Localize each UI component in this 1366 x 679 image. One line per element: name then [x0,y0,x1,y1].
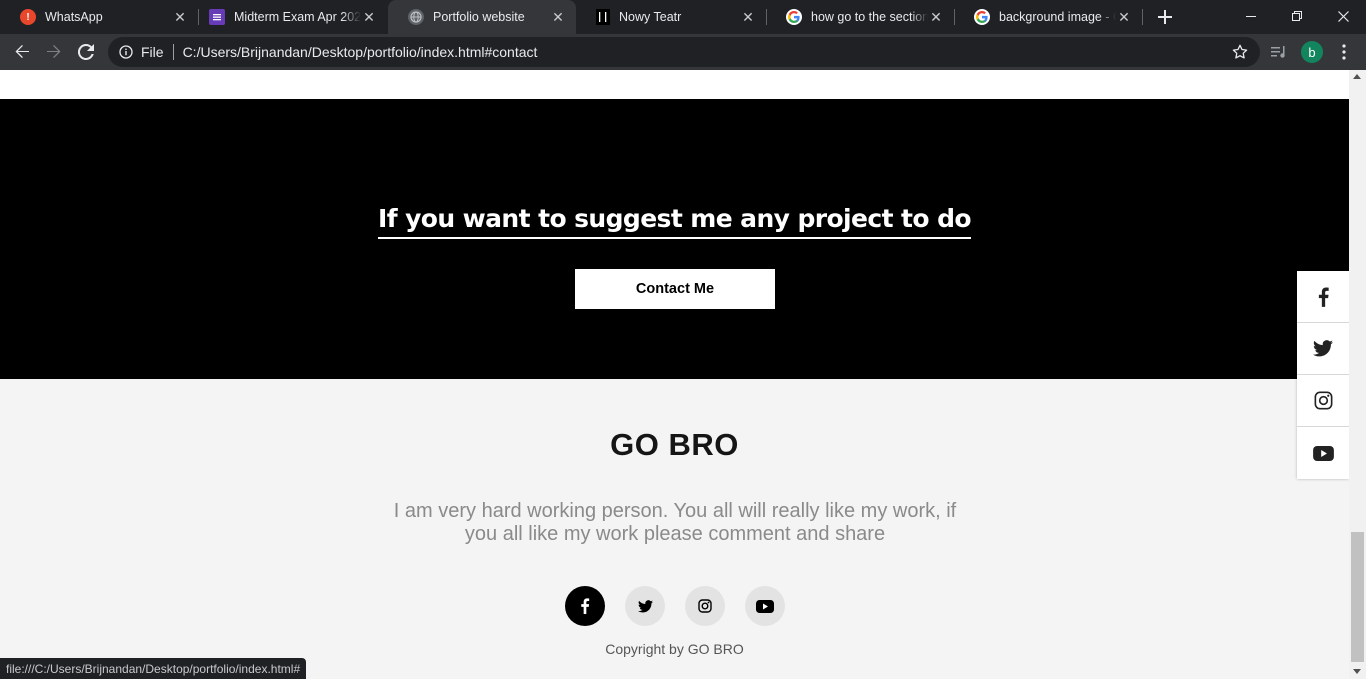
instagram-icon [1314,391,1332,410]
footer-about-text: I am very hard working person. You all w… [393,500,957,545]
scheme-label[interactable]: File [141,44,164,60]
arrow-left-icon [15,45,29,58]
tab-title: Portfolio website [433,10,525,24]
restore-button[interactable] [1274,0,1320,32]
contact-heading: If you want to suggest me any project to… [378,202,972,239]
tab-whatsapp[interactable]: ! WhatsApp ✕ [0,0,198,34]
status-bubble: file:///C:/Users/Brijnandan/Desktop/port… [0,658,307,679]
google-icon [974,9,990,25]
globe-icon [408,9,424,25]
side-youtube-link[interactable] [1297,427,1349,479]
star-icon[interactable] [1232,44,1248,60]
url-text[interactable]: C:/Users/Brijnandan/Desktop/portfolio/in… [183,44,538,60]
browser-toolbar: File C:/Users/Brijnandan/Desktop/portfol… [0,34,1366,70]
tab-close-icon[interactable]: ✕ [1116,9,1132,25]
scrollbar-thumb[interactable] [1351,532,1364,662]
page-viewport: If you want to suggest me any project to… [0,70,1366,679]
youtube-icon [1312,445,1334,461]
omnibox-divider [172,44,174,60]
instagram-icon [698,599,712,613]
footer-youtube-link[interactable] [745,586,785,626]
tab-background-image[interactable]: background image - Go ✕ [954,0,1142,34]
scroll-up-arrow[interactable] [1353,74,1361,79]
address-bar[interactable]: File C:/Users/Brijnandan/Desktop/portfol… [108,37,1260,67]
info-icon[interactable] [119,45,133,59]
footer-brand: GO BRO [610,427,739,462]
tab-title: WhatsApp [45,10,103,24]
tab-close-icon[interactable]: ✕ [928,9,944,25]
facebook-icon [1318,287,1329,307]
tab-title: background image - Go [999,10,1116,24]
tab-title: Nowy Teatr [619,10,682,24]
scroll-down-arrow[interactable] [1353,669,1361,674]
tab-portfolio[interactable]: Portfolio website ✕ [388,0,576,34]
footer-twitter-link[interactable] [625,586,665,626]
arrow-right-icon [47,45,61,58]
minimize-icon [1246,16,1256,17]
profile-button[interactable]: b [1298,38,1326,66]
side-twitter-link[interactable] [1297,323,1349,375]
close-window-button[interactable] [1320,0,1366,32]
forward-button[interactable] [40,38,68,66]
footer-instagram-link[interactable] [685,586,725,626]
footer: GO BRO I am very hard working person. Yo… [0,379,1349,679]
menu-button[interactable] [1330,38,1358,66]
media-control-button[interactable] [1265,38,1293,66]
tab-strip: ! WhatsApp ✕ Midterm Exam Apr 2020 ✕ Por… [0,0,1366,34]
plus-icon [1158,10,1172,24]
reload-button[interactable] [72,38,100,66]
tab-close-icon[interactable]: ✕ [172,9,188,25]
tab-title: how go to the section in [811,10,928,24]
side-facebook-link[interactable] [1297,271,1349,323]
contact-me-button[interactable]: Contact Me [575,269,775,309]
avatar: b [1301,41,1323,63]
teatr-icon [596,9,610,25]
tab-close-icon[interactable]: ✕ [361,9,377,25]
more-vert-icon [1342,44,1346,60]
tab-close-icon[interactable]: ✕ [740,9,756,25]
twitter-icon [637,599,653,612]
tab-midterm[interactable]: Midterm Exam Apr 2020 ✕ [189,0,387,34]
reload-icon [78,44,94,60]
tab-close-icon[interactable]: ✕ [550,9,566,25]
minimize-button[interactable] [1228,0,1274,32]
tab-how-go-section[interactable]: how go to the section in ✕ [766,0,954,34]
footer-social-links [565,586,785,626]
google-icon [786,9,802,25]
tab-nowy-teatr[interactable]: Nowy Teatr ✕ [576,0,766,34]
contact-section: If you want to suggest me any project to… [0,99,1349,379]
twitter-icon [1313,340,1333,357]
whatsapp-icon: ! [20,9,36,25]
vertical-scrollbar[interactable] [1349,70,1366,679]
section-previous [0,70,1349,99]
copyright-text: Copyright by GO BRO [605,641,744,657]
playlist-icon [1271,46,1285,58]
tab-title: Midterm Exam Apr 2020 [234,10,361,24]
restore-icon [1292,11,1302,21]
forms-icon [209,9,225,25]
footer-facebook-link[interactable] [565,586,605,626]
floating-social-bar [1297,271,1349,479]
close-icon [1337,10,1349,22]
facebook-icon [581,598,590,614]
contact-heading-wrap: If you want to suggest me any project to… [0,202,1349,239]
tab-separator [1142,9,1143,25]
youtube-icon [756,599,774,613]
new-tab-button[interactable] [1153,5,1177,29]
back-button[interactable] [8,38,36,66]
side-instagram-link[interactable] [1297,375,1349,427]
